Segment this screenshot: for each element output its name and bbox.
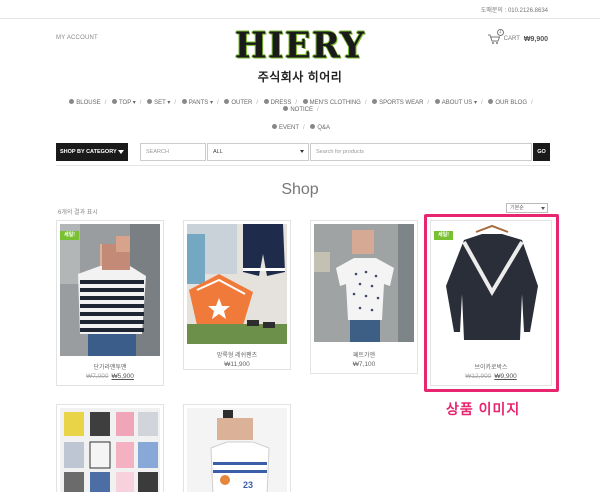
user-icon bbox=[434, 99, 440, 104]
main-nav: BLOUSE / TOP ▾ / SET ▾ / PANTS ▾ / OUTER / DR… bbox=[56, 99, 546, 113]
product-card[interactable]: 세일! 단가라맨투맨 ₩7,000 ₩5,900 bbox=[56, 220, 164, 386]
product-price: ₩7,000 ₩5,900 bbox=[86, 373, 134, 380]
header-divider bbox=[56, 165, 550, 166]
site-logo[interactable]: HIERY 주식회사 히어리 bbox=[222, 25, 378, 86]
nav-item-our-blog[interactable]: OUR BLOG bbox=[488, 99, 527, 106]
product-card[interactable]: 23 bbox=[183, 404, 291, 492]
logo-wordmark: HIERY bbox=[234, 25, 366, 67]
nav-item-event[interactable]: EVENT bbox=[271, 124, 299, 131]
product-price: ₩7,100 bbox=[352, 361, 376, 368]
question-icon bbox=[310, 124, 316, 129]
category-select[interactable]: ALL bbox=[207, 143, 309, 161]
product-image[interactable] bbox=[60, 408, 160, 492]
info-icon bbox=[372, 99, 378, 104]
product-name[interactable]: 망록형 레쉬팬츠 bbox=[184, 350, 290, 359]
nav-item-blouse[interactable]: BLOUSE bbox=[69, 99, 101, 106]
cart-total: ₩9,900 bbox=[523, 35, 548, 43]
product-card[interactable]: 망록형 레쉬팬츠 ₩11,900 bbox=[183, 220, 291, 370]
cart-label: CART bbox=[503, 36, 520, 42]
logo-subtitle: 주식회사 히어리 bbox=[257, 70, 343, 84]
cart-count-badge: 1 bbox=[496, 28, 504, 36]
annotation-label: 상품 이미지 bbox=[446, 401, 521, 417]
nav-item-set[interactable]: SET ▾ bbox=[147, 99, 170, 106]
product-name[interactable]: 단가라맨투맨 bbox=[57, 362, 163, 371]
result-count: 6개의 결과 표시 bbox=[58, 210, 98, 216]
page-title: Shop bbox=[281, 181, 319, 198]
exclamation-icon bbox=[283, 106, 289, 111]
chevron-down-icon bbox=[541, 207, 545, 210]
info-icon bbox=[69, 99, 75, 104]
sale-badge: 세일! bbox=[60, 231, 79, 240]
search-label: SEARCH bbox=[140, 143, 206, 161]
nav-item-sports-wear[interactable]: SPORTS WEAR bbox=[372, 99, 423, 106]
product-image[interactable] bbox=[60, 224, 160, 356]
info-icon bbox=[147, 99, 153, 104]
product-name[interactable]: 페트가앤 bbox=[311, 350, 417, 359]
sort-dropdown[interactable]: 기본순 bbox=[506, 203, 548, 213]
product-card[interactable]: 페트가앤 ₩7,100 bbox=[310, 220, 418, 374]
nav-item-qna[interactable]: Q&A bbox=[310, 124, 330, 131]
cart-widget[interactable]: 1 CART ₩9,900 bbox=[487, 28, 548, 46]
chevron-down-icon bbox=[118, 150, 124, 154]
wholesale-phone: 도매문의 : 010.2126.8634 bbox=[480, 8, 548, 14]
top-bar: 도매문의 : 010.2126.8634 bbox=[0, 0, 600, 19]
nav-item-pants[interactable]: PANTS ▾ bbox=[181, 99, 213, 106]
svg-text:23: 23 bbox=[243, 480, 253, 490]
nav-item-mens-clothing[interactable]: MEN'S CLOTHING bbox=[302, 99, 361, 106]
chat-icon bbox=[488, 99, 494, 104]
product-card[interactable] bbox=[56, 404, 164, 492]
chevron-down-icon bbox=[300, 150, 304, 153]
nav-item-top[interactable]: TOP ▾ bbox=[111, 99, 136, 106]
info-icon bbox=[111, 99, 117, 104]
search-input[interactable]: Search for products bbox=[310, 143, 532, 161]
megaphone-icon bbox=[271, 124, 277, 129]
shop-by-category-dropdown[interactable]: SHOP BY CATEGORY bbox=[56, 143, 128, 161]
product-image[interactable]: 23 bbox=[187, 408, 287, 492]
search-go-button[interactable]: GO bbox=[533, 143, 550, 161]
product-image-highlight bbox=[424, 214, 559, 392]
my-account-link[interactable]: MY ACCOUNT bbox=[56, 35, 98, 41]
nav-item-outer[interactable]: OUTER bbox=[224, 99, 252, 106]
info-icon bbox=[224, 99, 230, 104]
info-icon bbox=[181, 99, 187, 104]
product-image[interactable] bbox=[314, 224, 414, 342]
product-price: ₩11,900 bbox=[224, 361, 250, 368]
nav-item-about-us[interactable]: ABOUT US ▾ bbox=[434, 99, 477, 106]
main-nav-row2: EVENT / Q&A bbox=[56, 124, 546, 131]
nav-item-notice[interactable]: NOTICE bbox=[283, 106, 313, 113]
search-bar: SHOP BY CATEGORY SEARCH ALL Search for p… bbox=[56, 143, 550, 161]
info-icon bbox=[302, 99, 308, 104]
product-image[interactable] bbox=[187, 224, 287, 344]
info-icon bbox=[263, 99, 269, 104]
nav-item-dress[interactable]: DRESS bbox=[263, 99, 291, 106]
cart-icon: 1 bbox=[487, 28, 504, 45]
